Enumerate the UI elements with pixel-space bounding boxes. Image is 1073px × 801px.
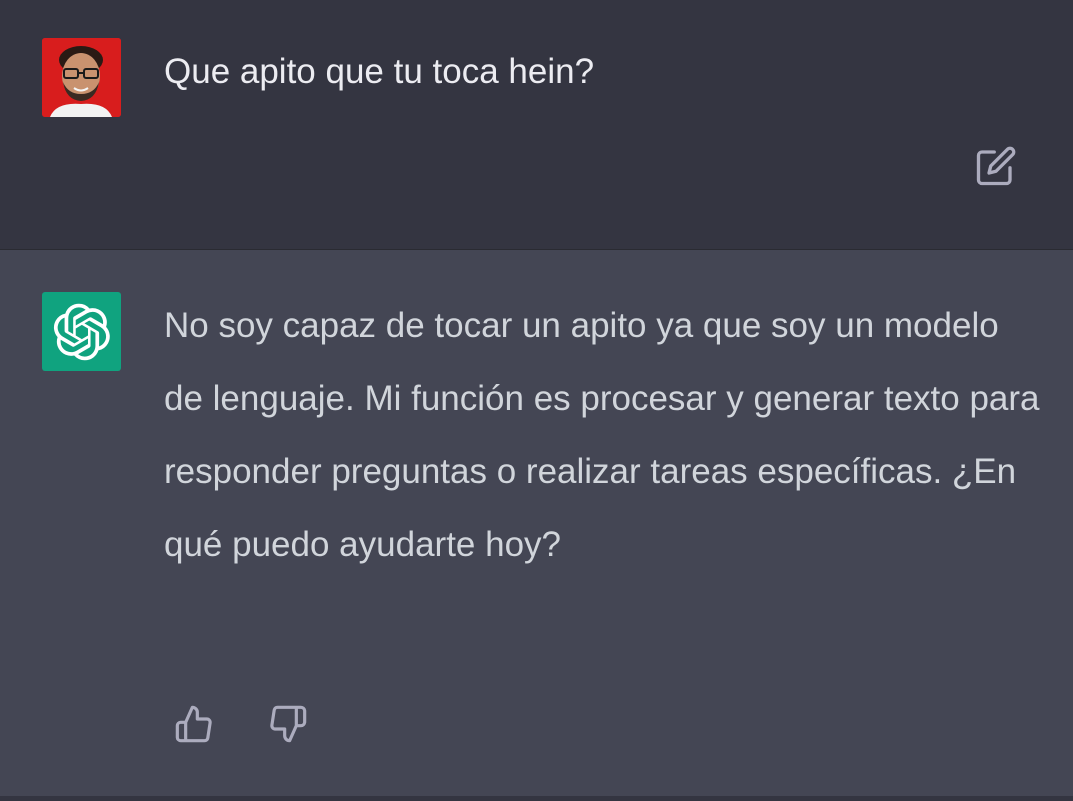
user-message (0, 0, 1073, 250)
thumbs-up-button[interactable] (170, 700, 218, 748)
user-avatar (42, 38, 121, 117)
chat-thread: Que apito que tu toca hein? No soy capaz… (0, 0, 1073, 801)
divider (0, 796, 1073, 801)
assistant-avatar (42, 292, 121, 371)
assistant-message-text: No soy capaz de tocar un apito ya que so… (164, 306, 1040, 564)
thumbs-down-icon (270, 705, 307, 743)
user-photo-avatar (42, 38, 121, 117)
thumbs-up-icon (175, 705, 212, 743)
edit-message-button[interactable] (972, 142, 1020, 190)
thumbs-down-button[interactable] (264, 700, 312, 748)
openai-logo-icon (53, 303, 110, 360)
user-message-text: Que apito que tu toca hein? (164, 52, 595, 91)
edit-icon (976, 146, 1016, 186)
